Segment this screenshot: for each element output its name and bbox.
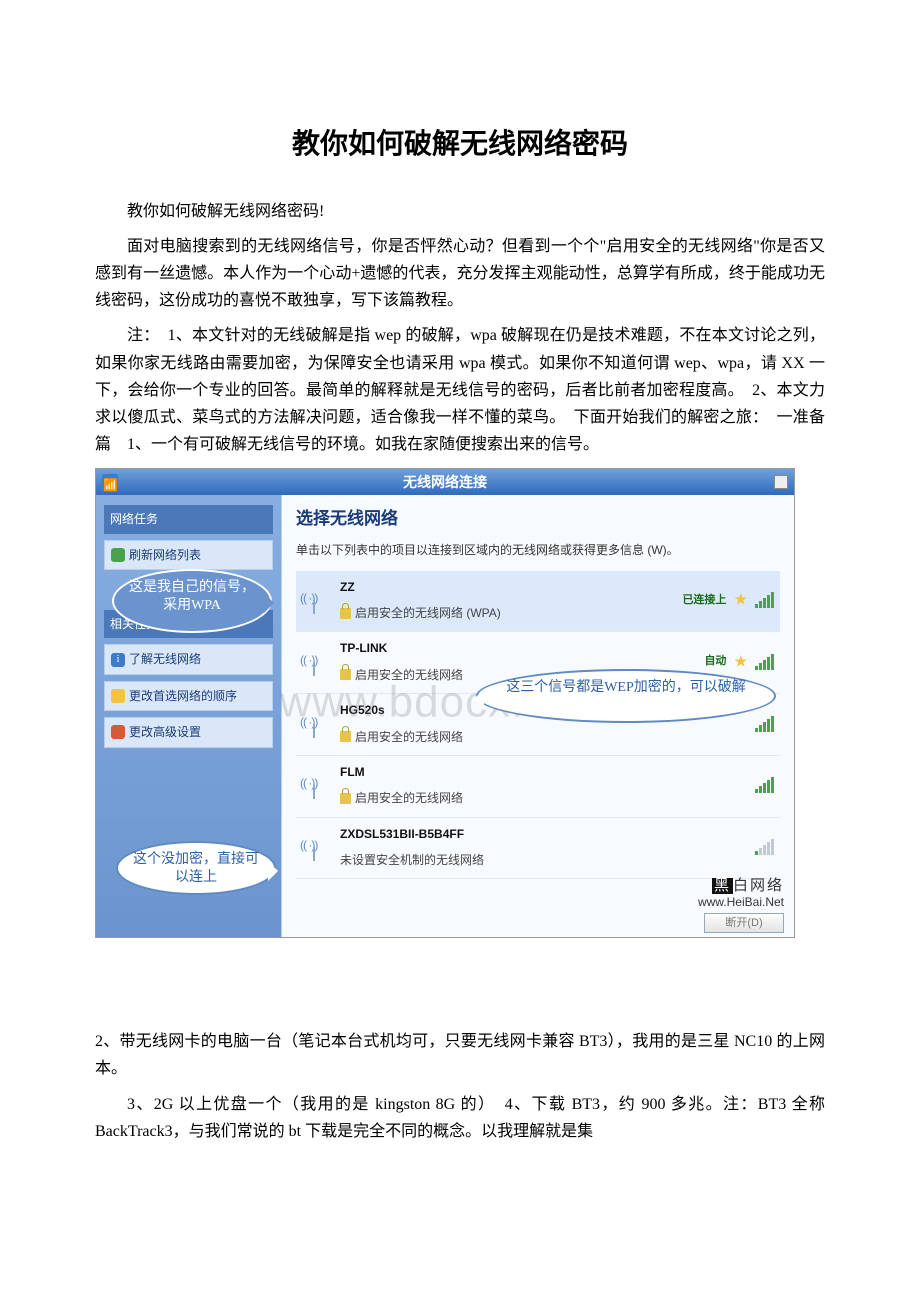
paragraph-1: 教你如何破解无线网络密码! [95, 198, 825, 225]
bubble-text: 这是我自己的信号，采用WPA [129, 580, 255, 613]
security-label: 启用安全的无线网络 [355, 727, 463, 747]
window-titlebar: 无线网络连接 [96, 469, 794, 495]
refresh-icon [111, 548, 125, 562]
paragraph-5: 3、2G 以上优盘一个（我用的是 kingston 8G 的） 4、下载 BT3… [95, 1091, 825, 1145]
paragraph-3: 注： 1、本文针对的无线破解是指 wep 的破解，wpa 破解现在仍是技术难题，… [95, 322, 825, 458]
ssid: FLM [340, 762, 755, 782]
sidebar-header-tasks: 网络任务 [104, 505, 273, 533]
sidebar-advanced: 更改高级设置 [104, 717, 273, 747]
star-icon: ★ [734, 650, 747, 674]
security-label: 启用安全的无线网络 [355, 788, 463, 808]
signal-bars-icon [755, 654, 774, 670]
lock-icon [340, 731, 351, 742]
annotation-bubble-open: 这个没加密，直接可以连上 [116, 841, 276, 895]
wifi-icon [102, 474, 118, 490]
antenna-icon [302, 710, 330, 738]
info-icon [111, 653, 125, 667]
disconnect-button: 断开(D) [704, 913, 784, 933]
sidebar-learn: 了解无线网络 [104, 644, 273, 674]
signal-bars-icon [755, 777, 774, 793]
paragraph-2: 面对电脑搜索到的无线网络信号，你是否怦然心动？但看到一个个"启用安全的无线网络"… [95, 233, 825, 315]
lock-icon [340, 669, 351, 680]
antenna-icon [302, 648, 330, 676]
pane-subtext: 单击以下列表中的项目以连接到区域内的无线网络或获得更多信息 (W)。 [296, 540, 780, 560]
signal-bars-icon [755, 592, 774, 608]
sidebar-refresh: 刷新网络列表 [104, 540, 273, 570]
lock-icon [340, 608, 351, 619]
annotation-bubble-wep: 这三个信号都是WEP加密的，可以破解 [476, 669, 776, 723]
security-label: 启用安全的无线网络 [355, 665, 463, 685]
tool-icon [111, 725, 125, 739]
annotation-bubble-own-signal: 这是我自己的信号，采用WPA [112, 569, 272, 633]
sidebar-order-label: 更改首选网络的顺序 [129, 686, 237, 706]
bubble-text: 这三个信号都是WEP加密的，可以破解 [506, 680, 746, 695]
lock-icon [340, 793, 351, 804]
ssid: TP-LINK [340, 638, 704, 658]
paragraph-4: 2、带无线网卡的电脑一台（笔记本台式机均可，只要无线网卡兼容 BT3），我用的是… [95, 1028, 825, 1082]
brand-cn-rest: 白网络 [733, 878, 784, 894]
sidebar-learn-label: 了解无线网络 [129, 649, 201, 669]
antenna-icon [302, 833, 330, 861]
antenna-icon [302, 771, 330, 799]
ssid: ZZ [340, 577, 682, 597]
minimize-icon [774, 475, 788, 489]
security-label: 未设置安全机制的无线网络 [340, 850, 484, 870]
pane-heading: 选择无线网络 [296, 505, 780, 534]
ssid: ZXDSL531BII-B5B4FF [340, 824, 755, 844]
sidebar-refresh-label: 刷新网络列表 [129, 545, 201, 565]
status-label: 自动 [704, 652, 726, 671]
brand-url: www.HeiBai.Net [698, 895, 784, 909]
status-label: 已连接上 [682, 591, 726, 610]
star-icon: ★ [734, 588, 747, 612]
network-row: FLM 启用安全的无线网络 [296, 756, 780, 818]
brand-cn-1: 黑 [712, 878, 733, 894]
sidebar-order: 更改首选网络的顺序 [104, 681, 273, 711]
security-label: 启用安全的无线网络 (WPA) [355, 603, 501, 623]
window-title: 无线网络连接 [403, 474, 487, 490]
signal-bars-icon [755, 716, 774, 732]
star-icon [111, 689, 125, 703]
network-row: ZZ 启用安全的无线网络 (WPA) 已连接上 ★ [296, 571, 780, 633]
doc-title: 教你如何破解无线网络密码 [95, 120, 825, 168]
signal-bars-icon [755, 839, 774, 855]
screenshot-wifi-dialog: 无线网络连接 网络任务 刷新网络列表 相关任务 了解无线网络 更改首选网络的顺序… [95, 468, 795, 938]
network-row: ZXDSL531BII-B5B4FF 未设置安全机制的无线网络 [296, 818, 780, 880]
brand-watermark: 黑白网络 www.HeiBai.Net [698, 877, 784, 909]
antenna-icon [302, 586, 330, 614]
sidebar-advanced-label: 更改高级设置 [129, 722, 201, 742]
bubble-text: 这个没加密，直接可以连上 [133, 852, 259, 885]
